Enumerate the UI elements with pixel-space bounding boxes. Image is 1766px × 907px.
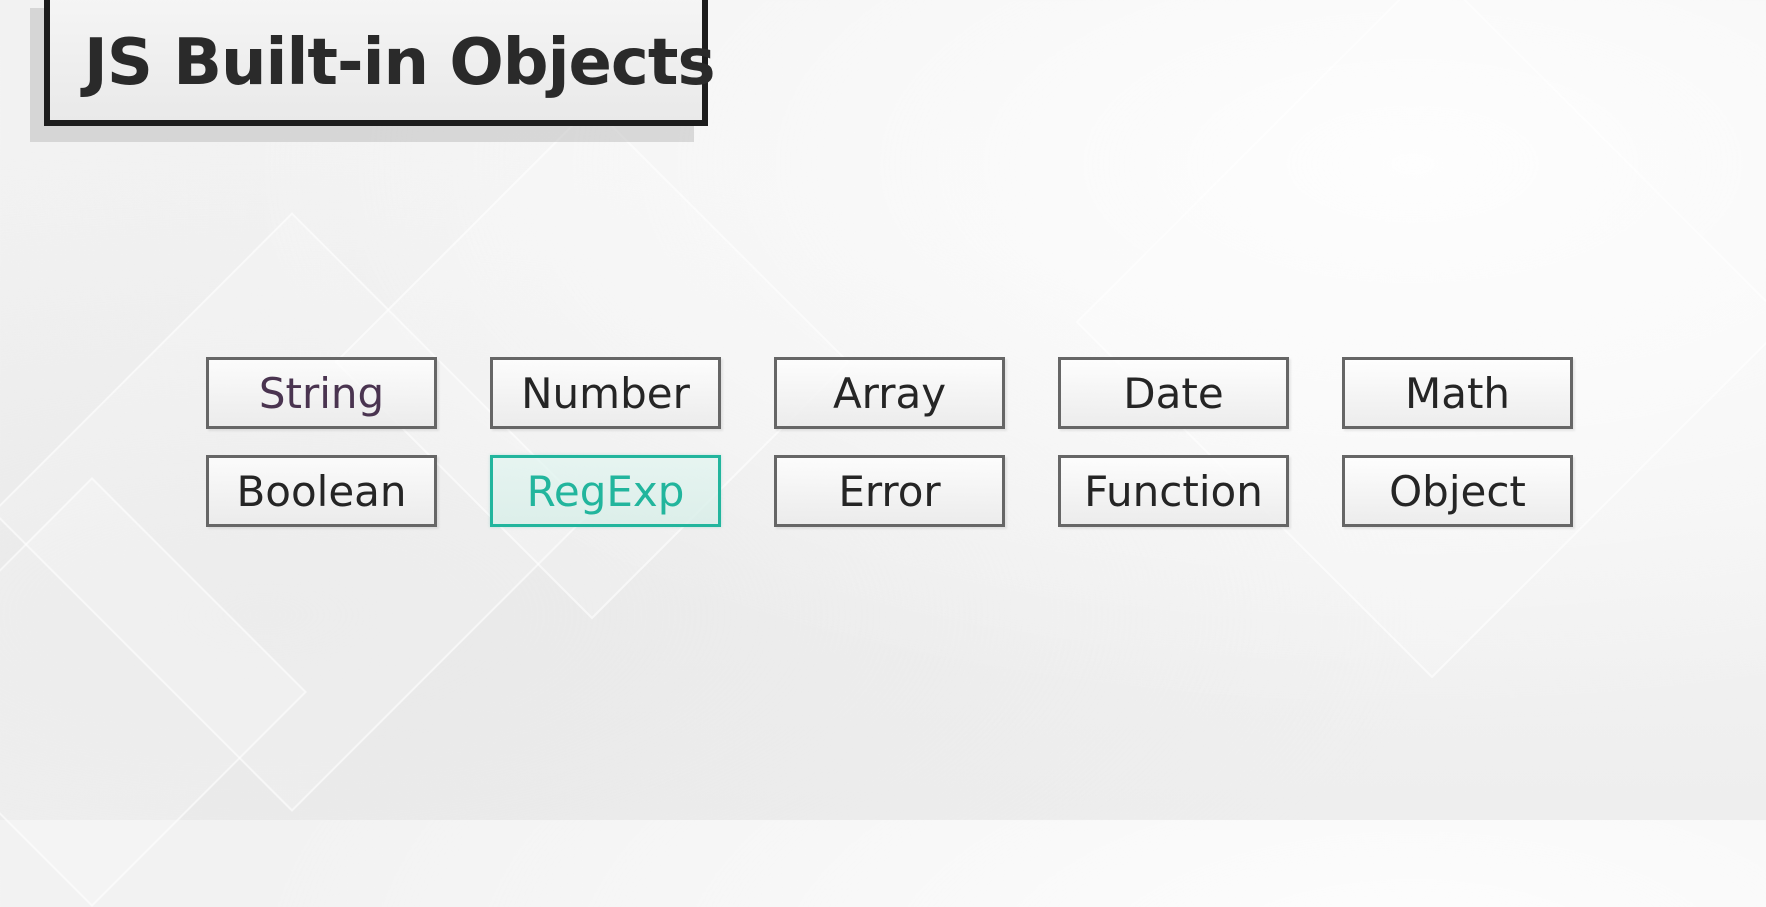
object-box-regexp: RegExp [490, 455, 721, 527]
object-box-number: Number [490, 357, 721, 429]
object-box-date: Date [1058, 357, 1289, 429]
objects-grid: String Number Array Date Math Boolean Re… [206, 357, 1574, 527]
object-box-function: Function [1058, 455, 1289, 527]
object-box-string: String [206, 357, 437, 429]
object-box-boolean: Boolean [206, 455, 437, 527]
background-diamond [1075, 0, 1766, 679]
object-box-array: Array [774, 357, 1005, 429]
object-box-math: Math [1342, 357, 1573, 429]
object-box-object: Object [1342, 455, 1573, 527]
slide-title: JS Built-in Objects [44, 0, 716, 126]
object-box-error: Error [774, 455, 1005, 527]
